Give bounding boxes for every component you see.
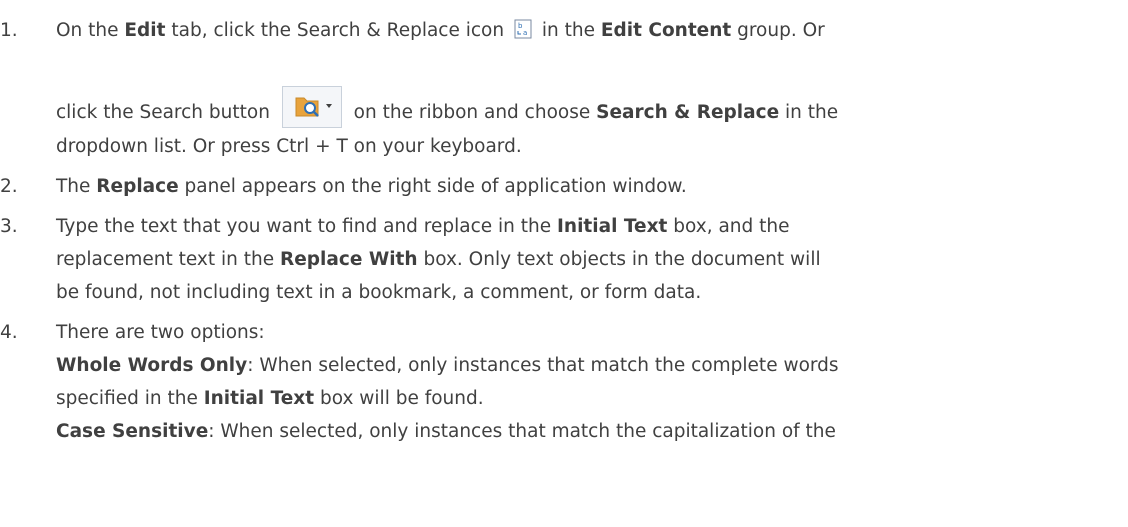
step-1-line-1: On the Edit tab, click the Search & Repl…	[56, 19, 825, 41]
step-3-line-3: be found, not including text in a bookma…	[56, 282, 702, 303]
case-sensitive-label: Case Sensitive	[56, 421, 209, 442]
initial-text-label-2: Initial Text	[203, 388, 315, 409]
search-replace-option-label: Search & Replace	[596, 102, 780, 123]
step-3-line-1: Type the text that you want to find and …	[56, 216, 790, 237]
step-4-line-3: specified in the Initial Text box will b…	[56, 388, 484, 409]
search-button-icon	[281, 86, 342, 128]
step-1-line-2: click the Search button on the ribbon an…	[56, 86, 838, 128]
edit-tab-label: Edit	[124, 20, 166, 41]
search-replace-icon: b a	[514, 19, 532, 39]
step-1-line-3: dropdown list. Or press Ctrl + T on your…	[56, 136, 522, 157]
step-number-1: 1.	[0, 20, 18, 41]
initial-text-label: Initial Text	[557, 216, 668, 237]
step-number-4: 4.	[0, 322, 18, 343]
step-3-line-2: replacement text in the Replace With box…	[56, 249, 821, 270]
step-number-2: 2.	[0, 176, 18, 197]
replace-with-label: Replace With	[280, 249, 418, 270]
document-page: 1. On the Edit tab, click the Search & R…	[0, 0, 1128, 527]
step-4-line-1: There are two options:	[56, 322, 265, 343]
svg-text:a: a	[523, 29, 527, 37]
step-4-line-2: Whole Words Only: When selected, only in…	[56, 355, 839, 376]
replace-panel-label: Replace	[96, 176, 179, 197]
step-number-3: 3.	[0, 216, 18, 237]
whole-words-only-label: Whole Words Only	[56, 355, 248, 376]
step-2-line-1: The Replace panel appears on the right s…	[56, 176, 687, 197]
edit-content-label: Edit Content	[600, 20, 732, 41]
step-4-line-4: Case Sensitive: When selected, only inst…	[56, 421, 836, 442]
